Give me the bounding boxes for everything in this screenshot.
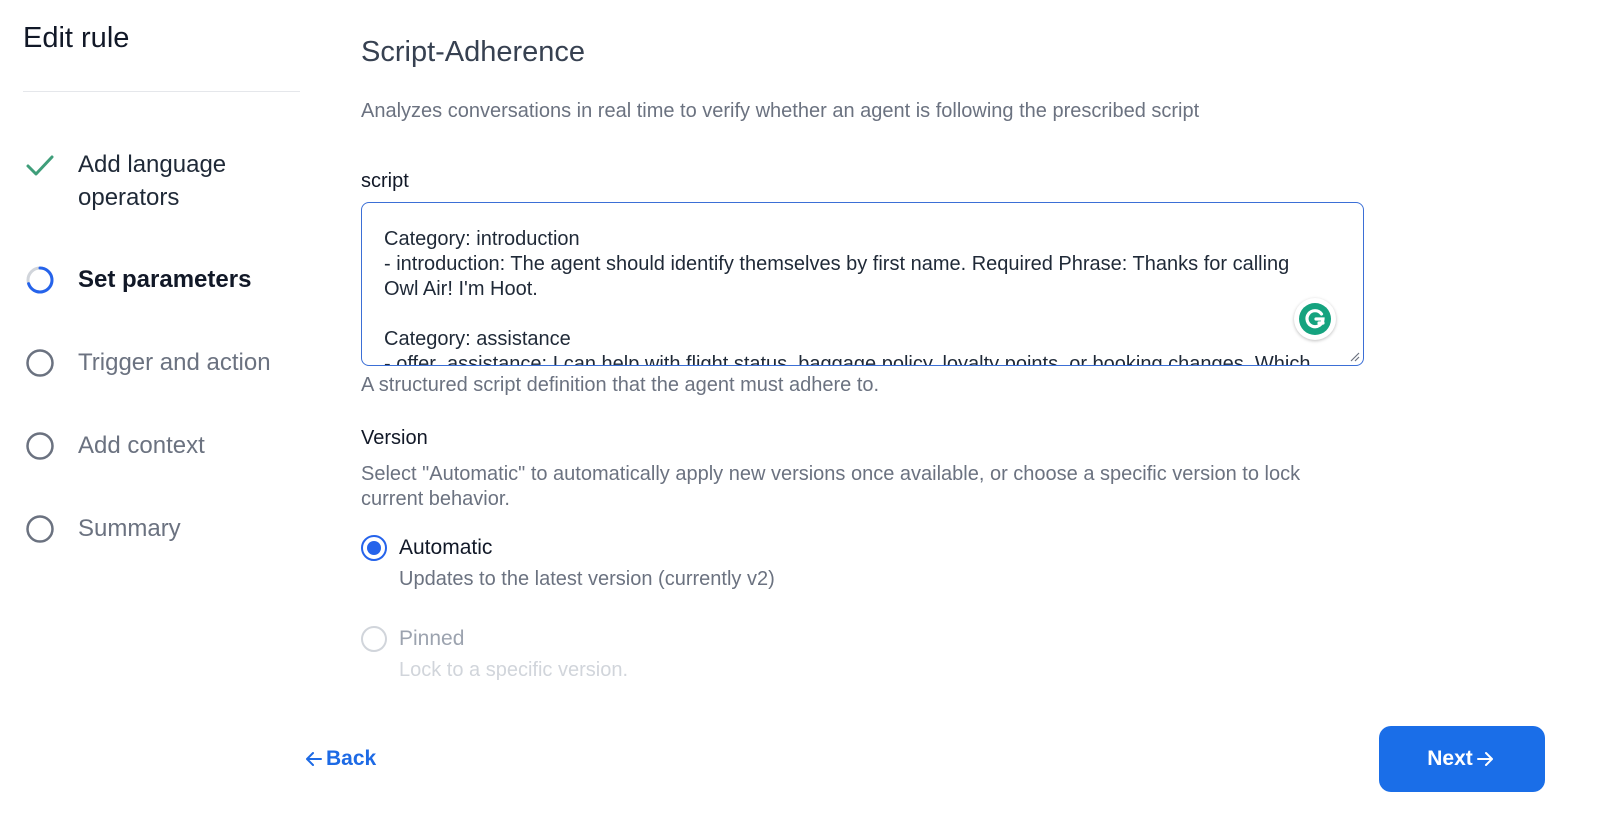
- grammarly-icon[interactable]: [1294, 298, 1336, 340]
- step-label: Summary: [78, 515, 181, 542]
- step-label: Trigger and action: [78, 349, 271, 376]
- step-label: Add context: [78, 432, 205, 459]
- back-label: Back: [326, 747, 377, 770]
- page-title: Edit rule: [23, 22, 130, 54]
- step-label: Add language operators: [78, 151, 227, 211]
- rule-title: Script-Adherence: [361, 36, 586, 68]
- spinner-icon: [23, 263, 57, 297]
- version-description: Select "Automatic" to automatically appl…: [361, 463, 1301, 510]
- step-label: Set parameters: [78, 266, 252, 293]
- script-label: script: [361, 170, 409, 192]
- radio-pinned-sub: Lock to a specific version.: [399, 659, 628, 681]
- rule-description: Analyzes conversations in real time to v…: [361, 100, 1200, 122]
- step-add-language-operators[interactable]: Add language operators: [23, 148, 313, 214]
- next-button[interactable]: Next: [1379, 726, 1545, 792]
- sidebar-divider: [23, 91, 300, 92]
- circle-icon: [23, 346, 57, 380]
- version-label: Version: [361, 427, 428, 449]
- check-icon: [23, 148, 57, 182]
- script-help-text: A structured script definition that the …: [361, 374, 880, 396]
- radio-label: Automatic: [399, 536, 493, 559]
- circle-icon: [23, 512, 57, 546]
- radio-label: Pinned: [399, 627, 465, 650]
- step-add-context[interactable]: Add context: [23, 429, 313, 463]
- radio-selected-icon[interactable]: [361, 535, 387, 561]
- step-trigger-and-action[interactable]: Trigger and action: [23, 346, 313, 380]
- script-value[interactable]: Category: introduction - introduction: T…: [384, 227, 1323, 365]
- radio-pinned[interactable]: Pinned: [361, 626, 464, 652]
- step-summary[interactable]: Summary: [23, 512, 313, 546]
- radio-automatic[interactable]: Automatic: [361, 535, 492, 561]
- back-button[interactable]: Back: [302, 744, 376, 774]
- step-set-parameters[interactable]: Set parameters: [23, 263, 313, 297]
- next-label: Next: [1427, 747, 1473, 770]
- radio-automatic-sub: Updates to the latest version (currently…: [399, 568, 775, 590]
- arrow-left-icon: [306, 752, 322, 766]
- script-textarea[interactable]: Category: introduction - introduction: T…: [361, 202, 1364, 366]
- resize-handle-icon[interactable]: [1348, 350, 1360, 362]
- circle-icon: [23, 429, 57, 463]
- arrow-right-icon: [1476, 752, 1493, 766]
- radio-unselected-icon[interactable]: [361, 626, 387, 652]
